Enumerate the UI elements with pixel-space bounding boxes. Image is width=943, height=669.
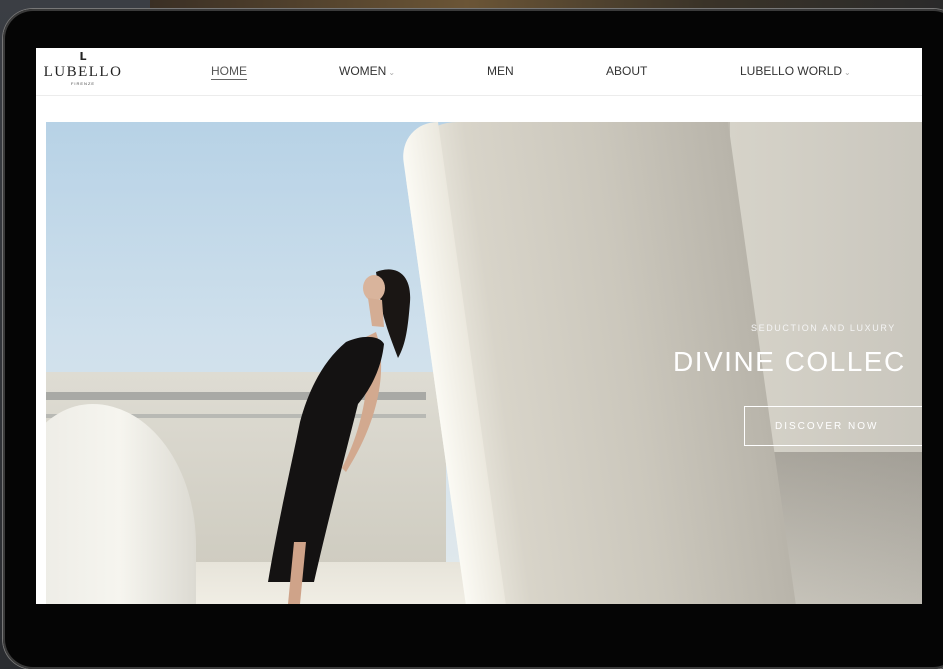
hero-banner: SEDUCTION AND LUXURY DIVINE COLLEC DISCO… <box>46 122 922 604</box>
nav-about-label: ABOUT <box>606 64 648 78</box>
nav-men[interactable]: MEN <box>487 64 514 78</box>
chevron-down-icon: ⌄ <box>388 68 396 77</box>
site-header: L LUBELLO FIRENZE HOME WOMEN ⌄ MEN ABOUT … <box>36 48 922 96</box>
logo-wordmark: LUBELLO <box>43 64 123 80</box>
discover-now-label: DISCOVER NOW <box>775 420 879 432</box>
nav-lubello-world[interactable]: LUBELLO WORLD ⌄ <box>740 64 851 78</box>
nav-women-label: WOMEN <box>339 64 387 78</box>
brand-logo[interactable]: L LUBELLO FIRENZE <box>38 51 128 93</box>
chevron-down-icon: ⌄ <box>844 68 851 77</box>
hero-title: DIVINE COLLEC <box>673 346 906 377</box>
nav-women[interactable]: WOMEN ⌄ <box>339 64 395 78</box>
logo-subtitle: FIRENZE <box>70 81 96 86</box>
nav-about[interactable]: ABOUT <box>606 64 647 78</box>
nav-lubello-world-label: LUBELLO WORLD <box>740 64 843 78</box>
nav-home[interactable]: HOME <box>211 64 247 80</box>
nav-men-label: MEN <box>487 64 514 78</box>
hero-tagline: SEDUCTION AND LUXURY <box>751 323 896 333</box>
tablet-screen: L LUBELLO FIRENZE HOME WOMEN ⌄ MEN ABOUT … <box>36 48 922 604</box>
nav-home-label: HOME <box>211 64 247 78</box>
logo-mark: L <box>79 50 87 63</box>
discover-now-button[interactable]: DISCOVER NOW <box>744 406 922 446</box>
